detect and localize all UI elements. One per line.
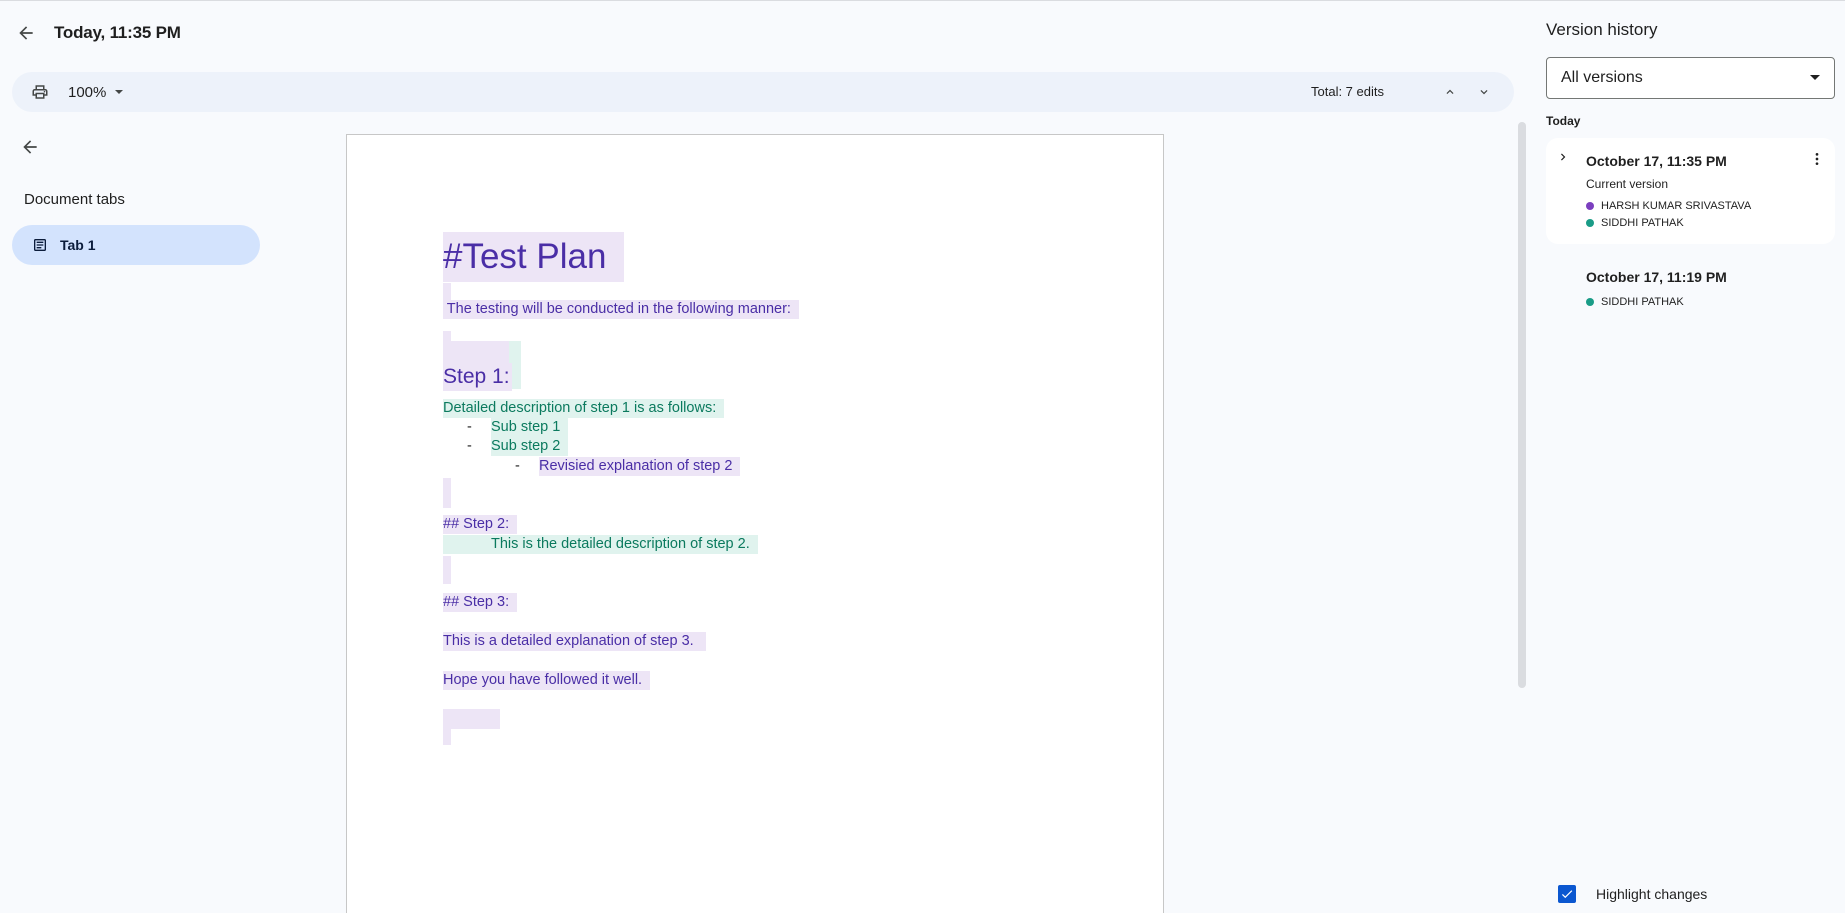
step1-heading: Step 1:	[443, 363, 512, 391]
highlight-changes-label: Highlight changes	[1596, 886, 1708, 902]
more-vert-icon	[1815, 153, 1819, 165]
step3-heading: ## Step 3:	[443, 593, 518, 612]
arrow-back-icon	[23, 140, 37, 154]
closing-line: Hope you have followed it well.	[443, 671, 651, 690]
editor-name: HARSH KUMAR SRIVASTAVA	[1601, 200, 1752, 212]
substep-2: Sub step 2	[491, 437, 569, 456]
version-editor: SIDDHI PATHAK	[1586, 217, 1684, 229]
document-tab-icon	[34, 239, 46, 251]
bullet-marker: -	[467, 438, 472, 454]
version-history-panel: Version history All versions Today Octob…	[1530, 1, 1845, 913]
back-button[interactable]	[6, 13, 46, 53]
edit-count: Total: 7 edits	[1311, 84, 1384, 99]
version-more-actions-button[interactable]	[1805, 147, 1829, 171]
editor-name: SIDDHI PATHAK	[1601, 296, 1684, 308]
chevron-down-icon	[1480, 90, 1488, 95]
change-highlight	[443, 709, 500, 729]
zoom-select[interactable]: 100%	[62, 80, 130, 104]
header: Today, 11:35 PM	[0, 1, 1530, 65]
step1-description: Detailed description of step 1 is as fol…	[443, 399, 725, 418]
print-icon	[32, 85, 48, 99]
expand-version-button[interactable]	[1554, 148, 1572, 166]
dropdown-caret-icon	[1810, 75, 1820, 80]
document-scrollbar[interactable]	[1518, 122, 1526, 688]
revised-substep: Revisied explanation of step 2	[539, 457, 741, 476]
version-history-app: Today, 11:35 PM 100% Total: 7 edits Docu…	[0, 0, 1845, 913]
version-group-label: Today	[1546, 114, 1581, 128]
version-history-title: Version history	[1546, 20, 1658, 39]
versions-filter-value: All versions	[1561, 69, 1643, 86]
editor-color-dot	[1586, 298, 1594, 306]
highlight-changes-checkbox[interactable]	[1558, 885, 1576, 903]
version-date: October 17, 11:19 PM	[1586, 269, 1727, 285]
arrow-back-icon	[19, 26, 33, 40]
editor-name: SIDDHI PATHAK	[1601, 217, 1684, 229]
chevron-up-icon	[1446, 89, 1454, 94]
doc-intro: The testing will be conducted in the fol…	[443, 300, 799, 319]
change-highlight	[443, 478, 451, 508]
document-page: #Test Plan The testing will be conducted…	[346, 134, 1164, 913]
previous-edit-button[interactable]	[1438, 80, 1462, 104]
step2-description: This is the detailed description of step…	[443, 535, 758, 554]
version-item[interactable]: October 17, 11:19 PM SIDDHI PATHAK	[1546, 255, 1835, 319]
document-body: #Test Plan The testing will be conducted…	[347, 135, 1163, 913]
tab-item-1[interactable]: Tab 1	[12, 225, 260, 265]
bullet-marker: -	[467, 419, 472, 435]
current-version-label: Current version	[1586, 177, 1669, 191]
editor-color-dot	[1586, 202, 1594, 210]
change-highlight	[443, 556, 451, 584]
highlight-changes-toggle[interactable]: Highlight changes	[1558, 885, 1707, 903]
tab-label: Tab 1	[60, 237, 96, 253]
check-icon	[1561, 890, 1573, 899]
page-title: Today, 11:35 PM	[54, 23, 181, 42]
editor-color-dot	[1586, 219, 1594, 227]
bullet-marker: -	[515, 458, 520, 474]
doc-title: #Test Plan	[443, 232, 625, 282]
next-edit-button[interactable]	[1472, 80, 1496, 104]
version-editor: SIDDHI PATHAK	[1586, 296, 1684, 308]
zoom-value: 100%	[68, 83, 107, 101]
print-button[interactable]	[28, 80, 52, 104]
step2-heading: ## Step 2:	[443, 515, 518, 534]
step3-description: This is a detailed explanation of step 3…	[443, 632, 706, 651]
versions-filter-select[interactable]: All versions	[1546, 57, 1835, 99]
chevron-right-icon	[1561, 153, 1566, 161]
change-highlight	[443, 729, 451, 745]
document-tabs-label: Document tabs	[24, 191, 125, 208]
dropdown-arrow-icon	[115, 90, 124, 94]
version-item-current[interactable]: October 17, 11:35 PM Current version HAR…	[1546, 138, 1835, 244]
version-date: October 17, 11:35 PM	[1586, 153, 1727, 169]
substep-1: Sub step 1	[491, 418, 569, 437]
toolbar: 100% Total: 7 edits	[12, 72, 1514, 112]
close-tabs-panel-button[interactable]	[10, 127, 50, 167]
version-editor: HARSH KUMAR SRIVASTAVA	[1586, 200, 1751, 212]
